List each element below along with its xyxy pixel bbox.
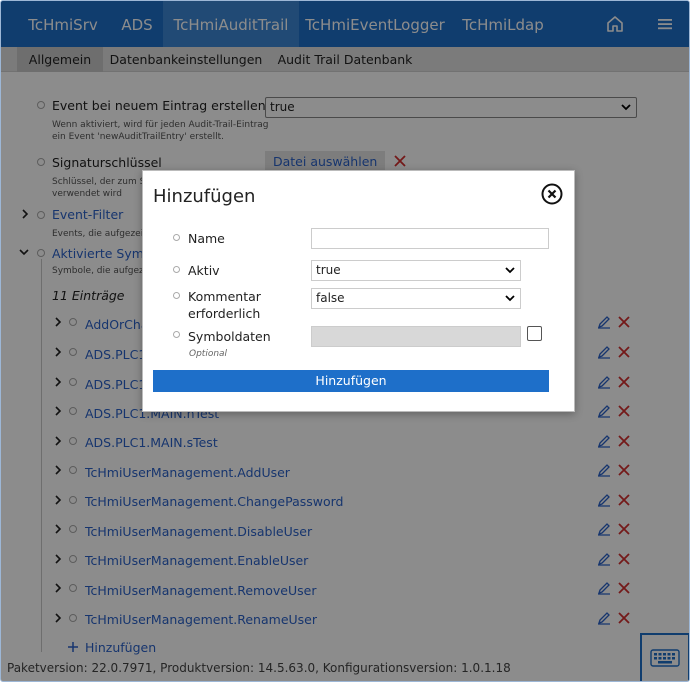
symboldaten-input <box>311 326 521 347</box>
kommentar-label: Kommentar <box>188 289 261 304</box>
name-input[interactable] <box>311 228 549 249</box>
symboldaten-checkbox[interactable] <box>527 326 542 341</box>
field-indicator <box>173 234 180 241</box>
kommentar-select[interactable]: false <box>311 288 521 309</box>
aktiv-value: true <box>316 263 341 277</box>
aktiv-label: Aktiv <box>188 263 220 278</box>
field-indicator <box>173 331 180 338</box>
kommentar-value: false <box>316 291 345 305</box>
add-submit-button[interactable]: Hinzufügen <box>153 370 549 392</box>
name-label: Name <box>188 231 225 246</box>
chevron-down-icon <box>505 295 515 302</box>
dialog-title: Hinzufügen <box>153 186 256 207</box>
optional-hint: Optional <box>189 349 228 359</box>
chevron-down-icon <box>505 267 515 274</box>
symboldaten-label: Symboldaten <box>188 329 271 344</box>
add-dialog: Hinzufügen Name Aktiv true Kommentar erf… <box>142 170 575 412</box>
aktiv-select[interactable]: true <box>311 260 521 281</box>
close-icon[interactable] <box>541 183 563 205</box>
field-indicator <box>173 292 180 299</box>
field-indicator <box>173 266 180 273</box>
app-frame: TcHmiSrv ADS TcHmiAuditTrail TcHmiEventL… <box>0 0 690 682</box>
kommentar-label-line2: erforderlich <box>188 306 261 321</box>
